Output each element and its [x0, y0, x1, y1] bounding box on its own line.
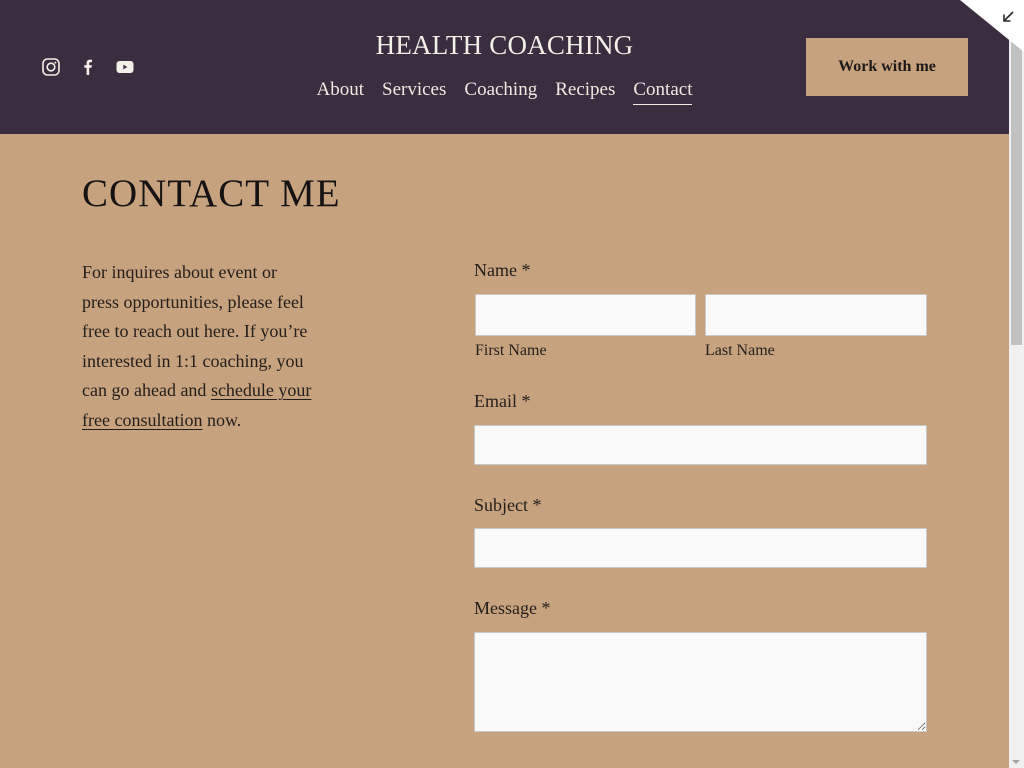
- vertical-scrollbar[interactable]: [1009, 0, 1024, 768]
- first-name-input[interactable]: [475, 294, 696, 336]
- scroll-down-arrow-icon[interactable]: [1012, 760, 1020, 764]
- nav-about[interactable]: About: [317, 79, 365, 105]
- nav-services[interactable]: Services: [382, 79, 446, 105]
- email-input[interactable]: [474, 425, 927, 465]
- message-textarea[interactable]: [474, 632, 927, 732]
- name-label: Name *: [474, 260, 531, 280]
- work-with-me-button[interactable]: Work with me: [806, 38, 968, 96]
- last-name-label: Last Name: [705, 342, 775, 359]
- subject-label: Subject *: [474, 495, 542, 515]
- email-label: Email *: [474, 391, 531, 411]
- first-name-label: First Name: [475, 342, 547, 359]
- last-name-input[interactable]: [705, 294, 927, 336]
- collapse-arrow-icon[interactable]: [1000, 9, 1016, 25]
- nav-contact[interactable]: Contact: [633, 79, 693, 105]
- intro-text-end: now.: [202, 409, 242, 430]
- intro-text: For inquires about event or press opport…: [82, 258, 317, 435]
- page-title: CONTACT ME: [82, 172, 341, 215]
- page-viewport: HEALTH COACHING About Services Coaching …: [0, 0, 1009, 768]
- site-header: HEALTH COACHING About Services Coaching …: [0, 0, 1009, 134]
- scrollbar-thumb[interactable]: [1011, 34, 1022, 345]
- subject-input[interactable]: [474, 528, 927, 568]
- nav-coaching[interactable]: Coaching: [464, 79, 537, 105]
- message-label: Message *: [474, 598, 551, 618]
- nav-recipes[interactable]: Recipes: [555, 79, 615, 105]
